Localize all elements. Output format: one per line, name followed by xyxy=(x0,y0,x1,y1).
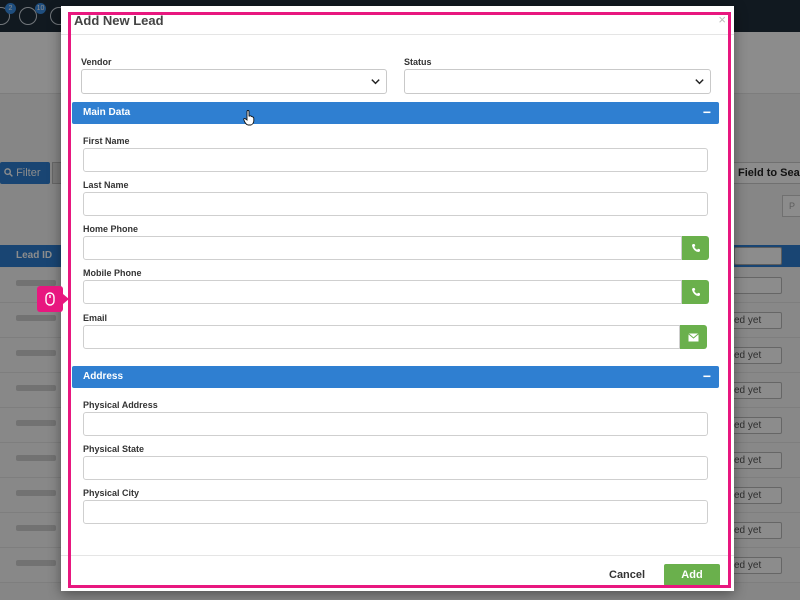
vendor-select[interactable] xyxy=(81,69,387,94)
cancel-button[interactable]: Cancel xyxy=(609,569,645,581)
modal-title: Add New Lead xyxy=(74,13,164,28)
mouse-indicator xyxy=(37,286,69,312)
physical-state-input[interactable] xyxy=(83,456,708,480)
physical-state-label: Physical State xyxy=(83,444,145,454)
mobile-phone-label: Mobile Phone xyxy=(83,268,142,278)
vendor-label: Vendor xyxy=(81,57,112,67)
main-data-section-header[interactable]: Main Data − xyxy=(72,102,719,124)
physical-address-input[interactable] xyxy=(83,412,708,436)
home-phone-call-button[interactable] xyxy=(682,236,709,260)
header-divider xyxy=(61,34,734,35)
chevron-down-icon xyxy=(371,79,380,85)
last-name-input[interactable] xyxy=(83,192,708,216)
footer-divider xyxy=(61,555,734,556)
first-name-label: First Name xyxy=(83,136,130,146)
first-name-input[interactable] xyxy=(83,148,708,172)
section-title: Address xyxy=(83,371,124,382)
add-button[interactable]: Add xyxy=(664,564,720,586)
chevron-down-icon xyxy=(695,79,704,85)
collapse-icon[interactable]: − xyxy=(703,368,711,384)
envelope-icon xyxy=(688,332,699,341)
email-send-button[interactable] xyxy=(680,325,707,349)
mobile-phone-call-button[interactable] xyxy=(682,280,709,304)
phone-icon xyxy=(691,288,700,296)
last-name-label: Last Name xyxy=(83,180,129,190)
close-icon[interactable]: × xyxy=(718,12,726,27)
phone-icon xyxy=(691,244,700,252)
mouse-icon xyxy=(45,292,55,306)
home-phone-label: Home Phone xyxy=(83,224,139,234)
email-input[interactable] xyxy=(83,325,680,349)
status-label: Status xyxy=(404,57,432,67)
home-phone-input[interactable] xyxy=(83,236,682,260)
email-label: Email xyxy=(83,313,108,323)
collapse-icon[interactable]: − xyxy=(703,104,711,120)
physical-address-label: Physical Address xyxy=(83,400,158,410)
add-lead-modal: Add New Lead × Vendor Status Main Data −… xyxy=(61,6,734,591)
section-title: Main Data xyxy=(83,107,131,118)
address-section-header[interactable]: Address − xyxy=(72,366,719,388)
hand-cursor-icon xyxy=(243,110,255,126)
physical-city-label: Physical City xyxy=(83,488,140,498)
status-select[interactable] xyxy=(404,69,711,94)
mobile-phone-input[interactable] xyxy=(83,280,682,304)
physical-city-input[interactable] xyxy=(83,500,708,524)
